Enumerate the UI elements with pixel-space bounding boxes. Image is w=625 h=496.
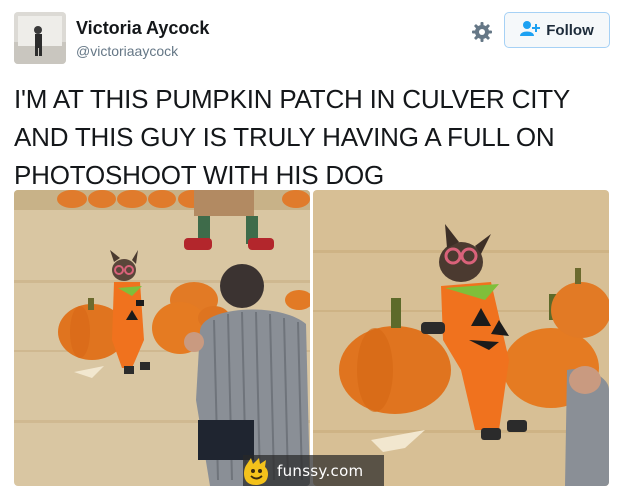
smiley-logo-icon [241,456,271,486]
follow-label: Follow [546,21,594,39]
watermark: funssy.com [243,455,384,486]
avatar[interactable] [14,12,66,64]
add-user-icon [520,20,541,41]
tweet-photo-right[interactable] [313,190,609,486]
tweet-header: Victoria Aycock @victoriaaycock Follow [14,12,611,64]
tweet-text: I'M AT THIS PUMPKIN PATCH IN CULVER CITY… [14,80,614,194]
gear-icon[interactable] [470,20,494,44]
tweet-photo-left[interactable] [14,190,310,486]
follow-button[interactable]: Follow [504,12,610,48]
display-name[interactable]: Victoria Aycock [76,18,209,39]
tweet-line: I'M AT THIS PUMPKIN PATCH IN CULVER CITY [14,84,571,114]
tweet-line: PHOTOSHOOT WITH HIS DOG [14,160,385,190]
tweet-line: AND THIS GUY IS TRULY HAVING A FULL ON [14,122,555,152]
user-handle[interactable]: @victoriaaycock [76,43,178,59]
watermark-text: funssy.com [277,461,364,480]
